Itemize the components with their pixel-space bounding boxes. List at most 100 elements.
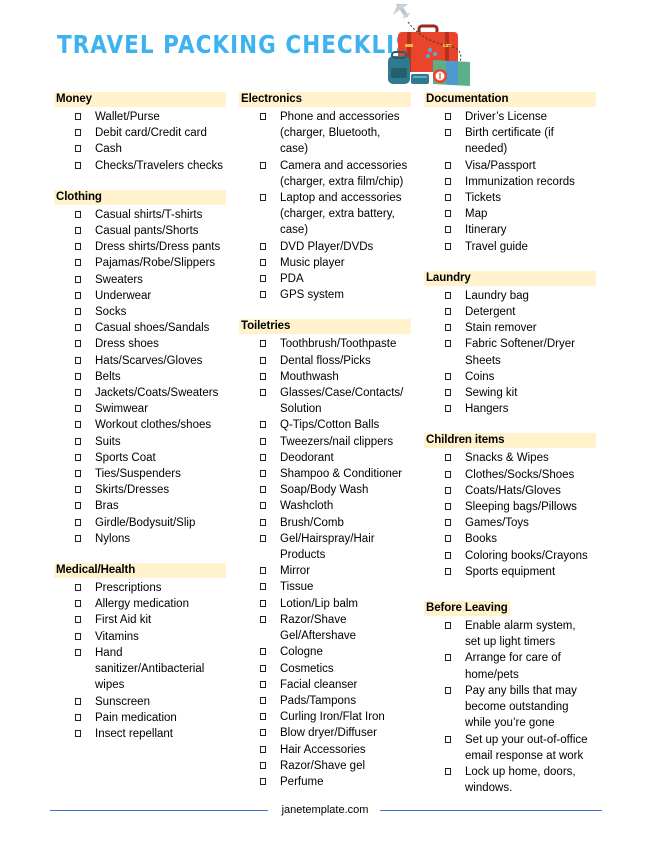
checklist-item[interactable]: Gel/Hairspray/Hair Products (239, 531, 411, 563)
checklist-item[interactable]: Swimwear (54, 401, 226, 417)
checklist-item[interactable]: Glasses/Case/Contacts/Solution (239, 385, 411, 417)
checkbox-icon[interactable] (445, 622, 451, 630)
checkbox-icon[interactable] (260, 453, 266, 461)
checkbox-icon[interactable] (75, 421, 81, 429)
checkbox-icon[interactable] (445, 291, 451, 299)
checklist-item[interactable]: Razor/Shave gel (239, 758, 411, 774)
checklist-item[interactable]: Girdle/Bodysuit/Slip (54, 515, 226, 531)
checklist-item[interactable]: Itinerary (424, 222, 596, 238)
checkbox-icon[interactable] (445, 486, 451, 494)
checkbox-icon[interactable] (260, 648, 266, 656)
checklist-item[interactable]: Games/Toys (424, 515, 596, 531)
checklist-item[interactable]: Cosmetics (239, 661, 411, 677)
checklist-item[interactable]: Books (424, 531, 596, 547)
checkbox-icon[interactable] (75, 243, 81, 251)
checklist-item[interactable]: Arrange for care of home/pets (424, 650, 596, 682)
checkbox-icon[interactable] (75, 372, 81, 380)
checklist-item[interactable]: Laundry bag (424, 288, 596, 304)
checkbox-icon[interactable] (75, 600, 81, 608)
checkbox-icon[interactable] (75, 275, 81, 283)
checklist-item[interactable]: Brush/Comb (239, 515, 411, 531)
checkbox-icon[interactable] (260, 518, 266, 526)
checklist-item[interactable]: Dental floss/Picks (239, 353, 411, 369)
checklist-item[interactable]: Camera and accessories (charger, extra f… (239, 158, 411, 190)
checklist-item[interactable]: Mouthwash (239, 369, 411, 385)
checkbox-icon[interactable] (260, 486, 266, 494)
checkbox-icon[interactable] (445, 324, 451, 332)
checklist-item[interactable]: Checks/Travelers checks (54, 158, 226, 174)
checkbox-icon[interactable] (260, 194, 266, 202)
checkbox-icon[interactable] (75, 340, 81, 348)
checklist-item[interactable]: Allergy medication (54, 596, 226, 612)
checkbox-icon[interactable] (260, 340, 266, 348)
checkbox-icon[interactable] (445, 567, 451, 575)
checkbox-icon[interactable] (75, 437, 81, 445)
checkbox-icon[interactable] (75, 502, 81, 510)
checkbox-icon[interactable] (260, 680, 266, 688)
checkbox-icon[interactable] (75, 632, 81, 640)
checklist-item[interactable]: Skirts/Dresses (54, 482, 226, 498)
checkbox-icon[interactable] (445, 551, 451, 559)
checklist-item[interactable]: Casual shirts/T-shirts (54, 207, 226, 223)
checkbox-icon[interactable] (75, 356, 81, 364)
checkbox-icon[interactable] (445, 194, 451, 202)
checkbox-icon[interactable] (445, 129, 451, 137)
checkbox-icon[interactable] (260, 599, 266, 607)
checkbox-icon[interactable] (75, 648, 81, 656)
checkbox-icon[interactable] (445, 340, 451, 348)
checkbox-icon[interactable] (445, 735, 451, 743)
checklist-item[interactable]: Lotion/Lip balm (239, 596, 411, 612)
checklist-item[interactable]: Tickets (424, 190, 596, 206)
checklist-item[interactable]: Blow dryer/Diffuser (239, 725, 411, 741)
checklist-item[interactable]: Socks (54, 304, 226, 320)
checklist-item[interactable]: Map (424, 206, 596, 222)
checkbox-icon[interactable] (445, 767, 451, 775)
checkbox-icon[interactable] (260, 615, 266, 623)
checklist-item[interactable]: Deodorant (239, 450, 411, 466)
checklist-item[interactable]: Phone and accessories (charger, Bluetoot… (239, 109, 411, 158)
checklist-item[interactable]: Facial cleanser (239, 677, 411, 693)
checkbox-icon[interactable] (445, 454, 451, 462)
checkbox-icon[interactable] (260, 583, 266, 591)
checklist-item[interactable]: Enable alarm system, set up light timers (424, 618, 596, 650)
checkbox-icon[interactable] (260, 437, 266, 445)
checklist-item[interactable]: Immunization records (424, 174, 596, 190)
checkbox-icon[interactable] (445, 177, 451, 185)
checklist-item[interactable]: Razor/Shave Gel/Aftershave (239, 612, 411, 644)
checklist-item[interactable]: Suits (54, 434, 226, 450)
checklist-item[interactable]: Pay any bills that may become outstandin… (424, 683, 596, 732)
checklist-item[interactable]: Hand sanitizer/Antibacterial wipes (54, 645, 226, 694)
checkbox-icon[interactable] (75, 584, 81, 592)
checkbox-icon[interactable] (260, 713, 266, 721)
checkbox-icon[interactable] (260, 777, 266, 785)
checkbox-icon[interactable] (75, 534, 81, 542)
checklist-item[interactable]: Cash (54, 141, 226, 157)
checkbox-icon[interactable] (75, 616, 81, 624)
checklist-item[interactable]: Washcloth (239, 498, 411, 514)
checkbox-icon[interactable] (75, 129, 81, 137)
checklist-item[interactable]: Hair Accessories (239, 742, 411, 758)
checklist-item[interactable]: Music player (239, 255, 411, 271)
checklist-item[interactable]: Sweaters (54, 272, 226, 288)
checklist-item[interactable]: Sports Coat (54, 450, 226, 466)
checkbox-icon[interactable] (445, 242, 451, 250)
checklist-item[interactable]: Pads/Tampons (239, 693, 411, 709)
checkbox-icon[interactable] (445, 389, 451, 397)
checkbox-icon[interactable] (445, 470, 451, 478)
checklist-item[interactable]: Fabric Softener/Dryer Sheets (424, 336, 596, 368)
checkbox-icon[interactable] (75, 729, 81, 737)
checkbox-icon[interactable] (260, 567, 266, 575)
checklist-item[interactable]: Pain medication (54, 710, 226, 726)
checkbox-icon[interactable] (445, 503, 451, 511)
footer-website-link[interactable]: janetemplate.com (273, 803, 377, 817)
checklist-item[interactable]: Debit card/Credit card (54, 125, 226, 141)
checklist-item[interactable]: Sleeping bags/Pillows (424, 499, 596, 515)
checklist-item[interactable]: Ties/Suspenders (54, 466, 226, 482)
checklist-item[interactable]: PDA (239, 271, 411, 287)
checkbox-icon[interactable] (260, 696, 266, 704)
checklist-item[interactable]: Cologne (239, 644, 411, 660)
checklist-item[interactable]: Mirror (239, 563, 411, 579)
checklist-item[interactable]: Stain remover (424, 320, 596, 336)
checkbox-icon[interactable] (260, 275, 266, 283)
checklist-item[interactable]: Tweezers/nail clippers (239, 434, 411, 450)
